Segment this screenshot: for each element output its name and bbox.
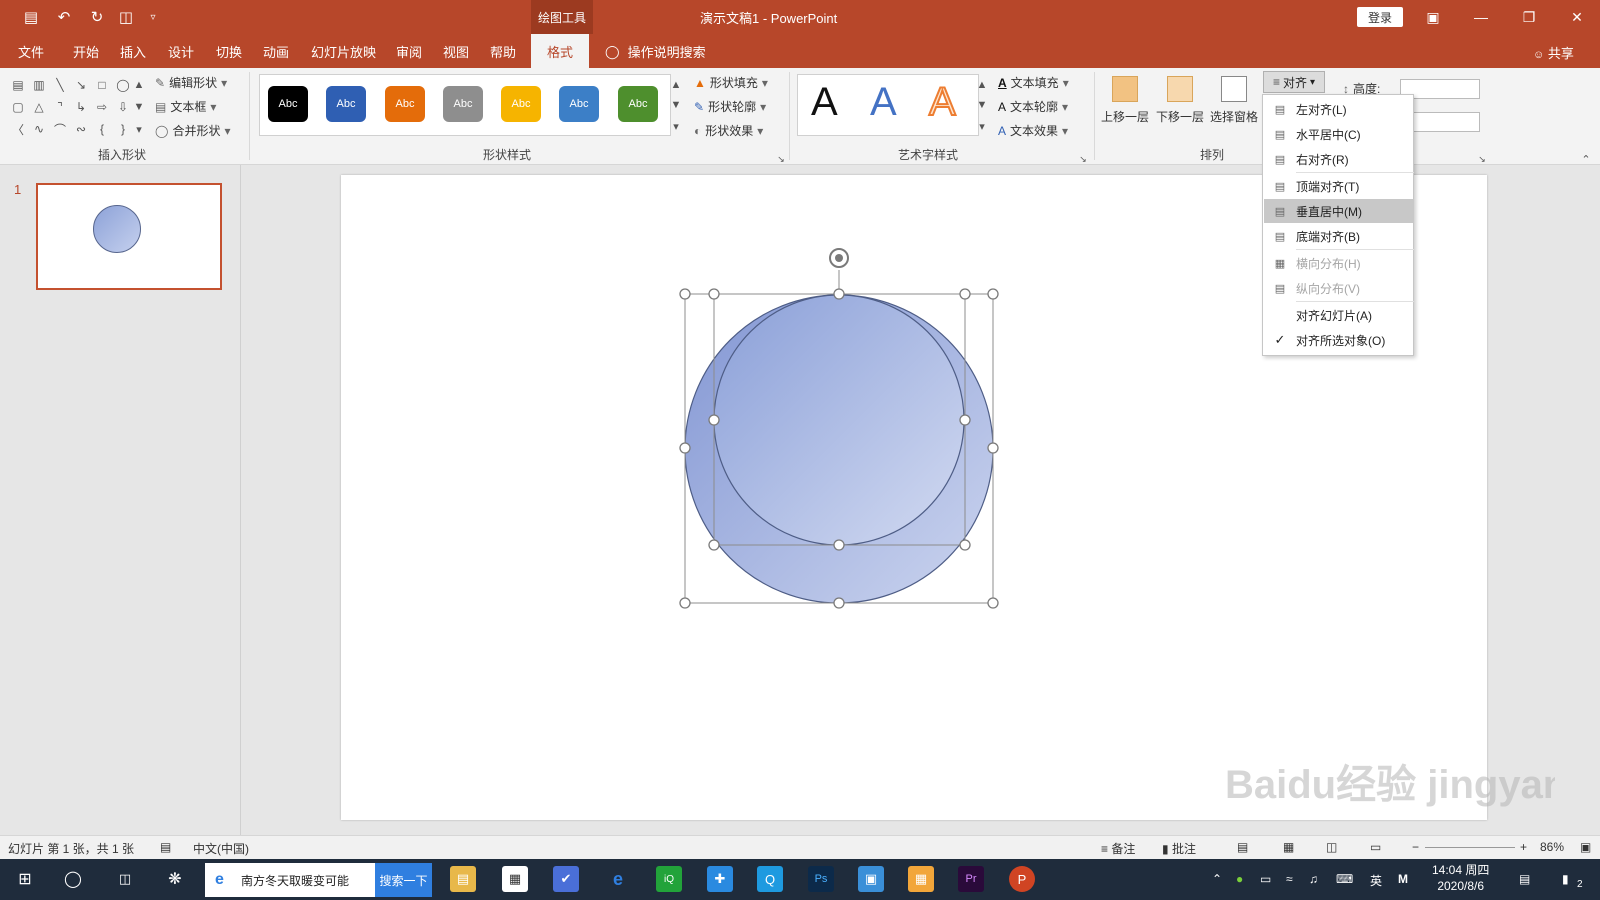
menu-item-label: 水平居中(C) xyxy=(1296,127,1361,142)
menu-item-label: 左对齐(L) xyxy=(1296,102,1347,117)
menu-item-label: 底端对齐(B) xyxy=(1296,229,1360,244)
menu-item-distribute-vertically[interactable]: ▤ 纵向分布(V) xyxy=(1264,276,1414,300)
notifications-icon[interactable]: ▮ xyxy=(1562,872,1569,886)
resize-handle[interactable] xyxy=(679,288,691,300)
browser-e-icon: e xyxy=(215,871,224,888)
menu-item-align-center[interactable]: ▤ 水平居中(C) xyxy=(1264,122,1414,146)
keyboard-icon[interactable]: ⌨ xyxy=(1336,872,1353,886)
align-label: 对齐 xyxy=(1282,75,1307,90)
iqiyi-icon[interactable]: iQ xyxy=(656,866,682,892)
resize-handle[interactable] xyxy=(708,414,720,426)
file-explorer-icon[interactable]: ▤ xyxy=(450,866,476,892)
language-status[interactable]: 中文(中国) xyxy=(193,840,249,857)
align-dropdown-menu: ▤ 左对齐(L) ▤ 水平居中(C) ▤ 右对齐(R) ▤ 顶端对齐(T) ▤ … xyxy=(1262,94,1414,356)
clock-date: 2020/8/6 xyxy=(1437,879,1485,893)
align-right-icon: ▤ xyxy=(1274,153,1286,166)
menu-separator xyxy=(1296,172,1414,173)
menu-item-label: 垂直居中(M) xyxy=(1296,204,1362,219)
align-icon: ≡ xyxy=(1272,75,1280,89)
clock-time: 14:04 周四 xyxy=(1432,863,1490,877)
menu-item-align-left[interactable]: ▤ 左对齐(L) xyxy=(1264,97,1414,121)
system-clock[interactable]: 14:04 周四 2020/8/6 xyxy=(1432,862,1489,894)
volume-icon[interactable]: ♫ xyxy=(1309,872,1318,886)
align-bottom-icon: ▤ xyxy=(1274,230,1286,243)
app-window-icon[interactable]: ▣ xyxy=(858,866,884,892)
resize-handle[interactable] xyxy=(987,442,999,454)
resize-handle[interactable] xyxy=(708,288,720,300)
menu-separator xyxy=(1296,301,1414,302)
menu-separator xyxy=(1296,249,1414,250)
chevron-down-icon: ▾ xyxy=(1310,76,1316,88)
action-center-icon[interactable]: ▤ xyxy=(1519,872,1530,886)
menu-item-align-right[interactable]: ▤ 右对齐(R) xyxy=(1264,147,1414,171)
menu-item-distribute-horizontally[interactable]: ▦ 横向分布(H) xyxy=(1264,251,1414,275)
menu-item-label: 右对齐(R) xyxy=(1296,152,1349,167)
menu-item-align-to-slide[interactable]: 对齐幻灯片(A) xyxy=(1264,303,1414,327)
resize-handle[interactable] xyxy=(959,288,971,300)
security-tray-icon[interactable]: ● xyxy=(1236,872,1243,886)
menu-item-label: 纵向分布(V) xyxy=(1296,281,1360,296)
windows-start-icon[interactable]: ⊞ xyxy=(12,866,38,892)
powerpoint-taskbar-icon[interactable]: P xyxy=(1009,866,1035,892)
rotate-handle-icon[interactable] xyxy=(829,248,849,268)
comments-button[interactable]: ▮ 批注 xyxy=(1162,840,1196,857)
resize-handle[interactable] xyxy=(833,539,845,551)
align-button[interactable]: ≡ 对齐 ▾ xyxy=(1263,71,1325,93)
small-circle-shape[interactable] xyxy=(713,294,965,546)
resize-handle[interactable] xyxy=(679,442,691,454)
menu-item-label: 对齐幻灯片(A) xyxy=(1296,308,1372,323)
store-icon[interactable]: ▦ xyxy=(502,866,528,892)
taskbar-search-box[interactable]: e 南方冬天取暖变可能 xyxy=(205,863,375,897)
ime-mode-icon[interactable]: M xyxy=(1398,872,1408,886)
comment-icon: ▮ xyxy=(1162,842,1169,856)
resize-handle[interactable] xyxy=(833,288,845,300)
menu-item-align-top[interactable]: ▤ 顶端对齐(T) xyxy=(1264,174,1414,198)
spellcheck-icon[interactable]: ▤ xyxy=(160,840,171,854)
app-bird-icon[interactable]: ✔ xyxy=(553,866,579,892)
app-blue-icon[interactable]: ✚ xyxy=(707,866,733,892)
resize-handle[interactable] xyxy=(987,288,999,300)
menu-item-align-selected-objects[interactable]: ✓ 对齐所选对象(O) xyxy=(1264,328,1414,352)
taskbar-search-button[interactable]: 搜索一下 xyxy=(375,863,432,897)
checkmark-icon: ✓ xyxy=(1274,332,1286,347)
slide-count-status: 幻灯片 第 1 张，共 1 张 xyxy=(8,842,135,856)
notes-button[interactable]: ≡ 备注 xyxy=(1101,840,1135,857)
menu-item-label: 对齐所选对象(O) xyxy=(1296,333,1386,348)
menu-item-align-middle[interactable]: ▤ 垂直居中(M) xyxy=(1264,199,1414,223)
align-top-icon: ▤ xyxy=(1274,180,1286,193)
baidu-watermark: Baidu经验 jingyan.baidu.com xyxy=(1225,763,1555,807)
app-q-icon[interactable]: Q xyxy=(757,866,783,892)
menu-item-label: 横向分布(H) xyxy=(1296,256,1361,271)
photoshop-icon[interactable]: Ps xyxy=(808,866,834,892)
align-center-icon: ▤ xyxy=(1274,128,1286,141)
task-view-icon[interactable]: ◫ xyxy=(112,866,138,892)
search-news-text: 南方冬天取暖变可能 xyxy=(241,873,350,888)
menu-item-align-bottom[interactable]: ▤ 底端对齐(B) xyxy=(1264,224,1414,248)
app-swirl-icon[interactable]: ❋ xyxy=(162,866,188,892)
cortana-icon[interactable]: ◯ xyxy=(60,866,86,892)
premiere-icon[interactable]: Pr xyxy=(958,866,984,892)
network-icon[interactable]: ≈ xyxy=(1286,872,1293,886)
battery-icon[interactable]: ▭ xyxy=(1260,872,1271,886)
menu-item-label: 顶端对齐(T) xyxy=(1296,179,1360,194)
notes-label: 备注 xyxy=(1111,842,1136,856)
notes-icon: ≡ xyxy=(1101,842,1109,856)
comments-label: 批注 xyxy=(1171,842,1196,856)
ime-indicator[interactable]: 英 xyxy=(1370,872,1382,889)
fit-to-window-icon[interactable]: ▣ xyxy=(1580,840,1591,854)
distribute-vertical-icon: ▤ xyxy=(1274,282,1286,295)
notification-count: 2 xyxy=(1577,879,1583,890)
app-color-icon[interactable]: ▦ xyxy=(908,866,934,892)
resize-handle[interactable] xyxy=(959,414,971,426)
edge-browser-icon[interactable]: e xyxy=(605,866,631,892)
tray-expand-icon[interactable]: ⌃ xyxy=(1212,872,1222,886)
resize-handle[interactable] xyxy=(679,597,691,609)
resize-handle[interactable] xyxy=(833,597,845,609)
align-left-icon: ▤ xyxy=(1274,103,1286,116)
resize-handle[interactable] xyxy=(987,597,999,609)
resize-handle[interactable] xyxy=(708,539,720,551)
resize-handle[interactable] xyxy=(959,539,971,551)
distribute-horizontal-icon: ▦ xyxy=(1274,257,1286,270)
align-middle-icon: ▤ xyxy=(1274,205,1286,218)
